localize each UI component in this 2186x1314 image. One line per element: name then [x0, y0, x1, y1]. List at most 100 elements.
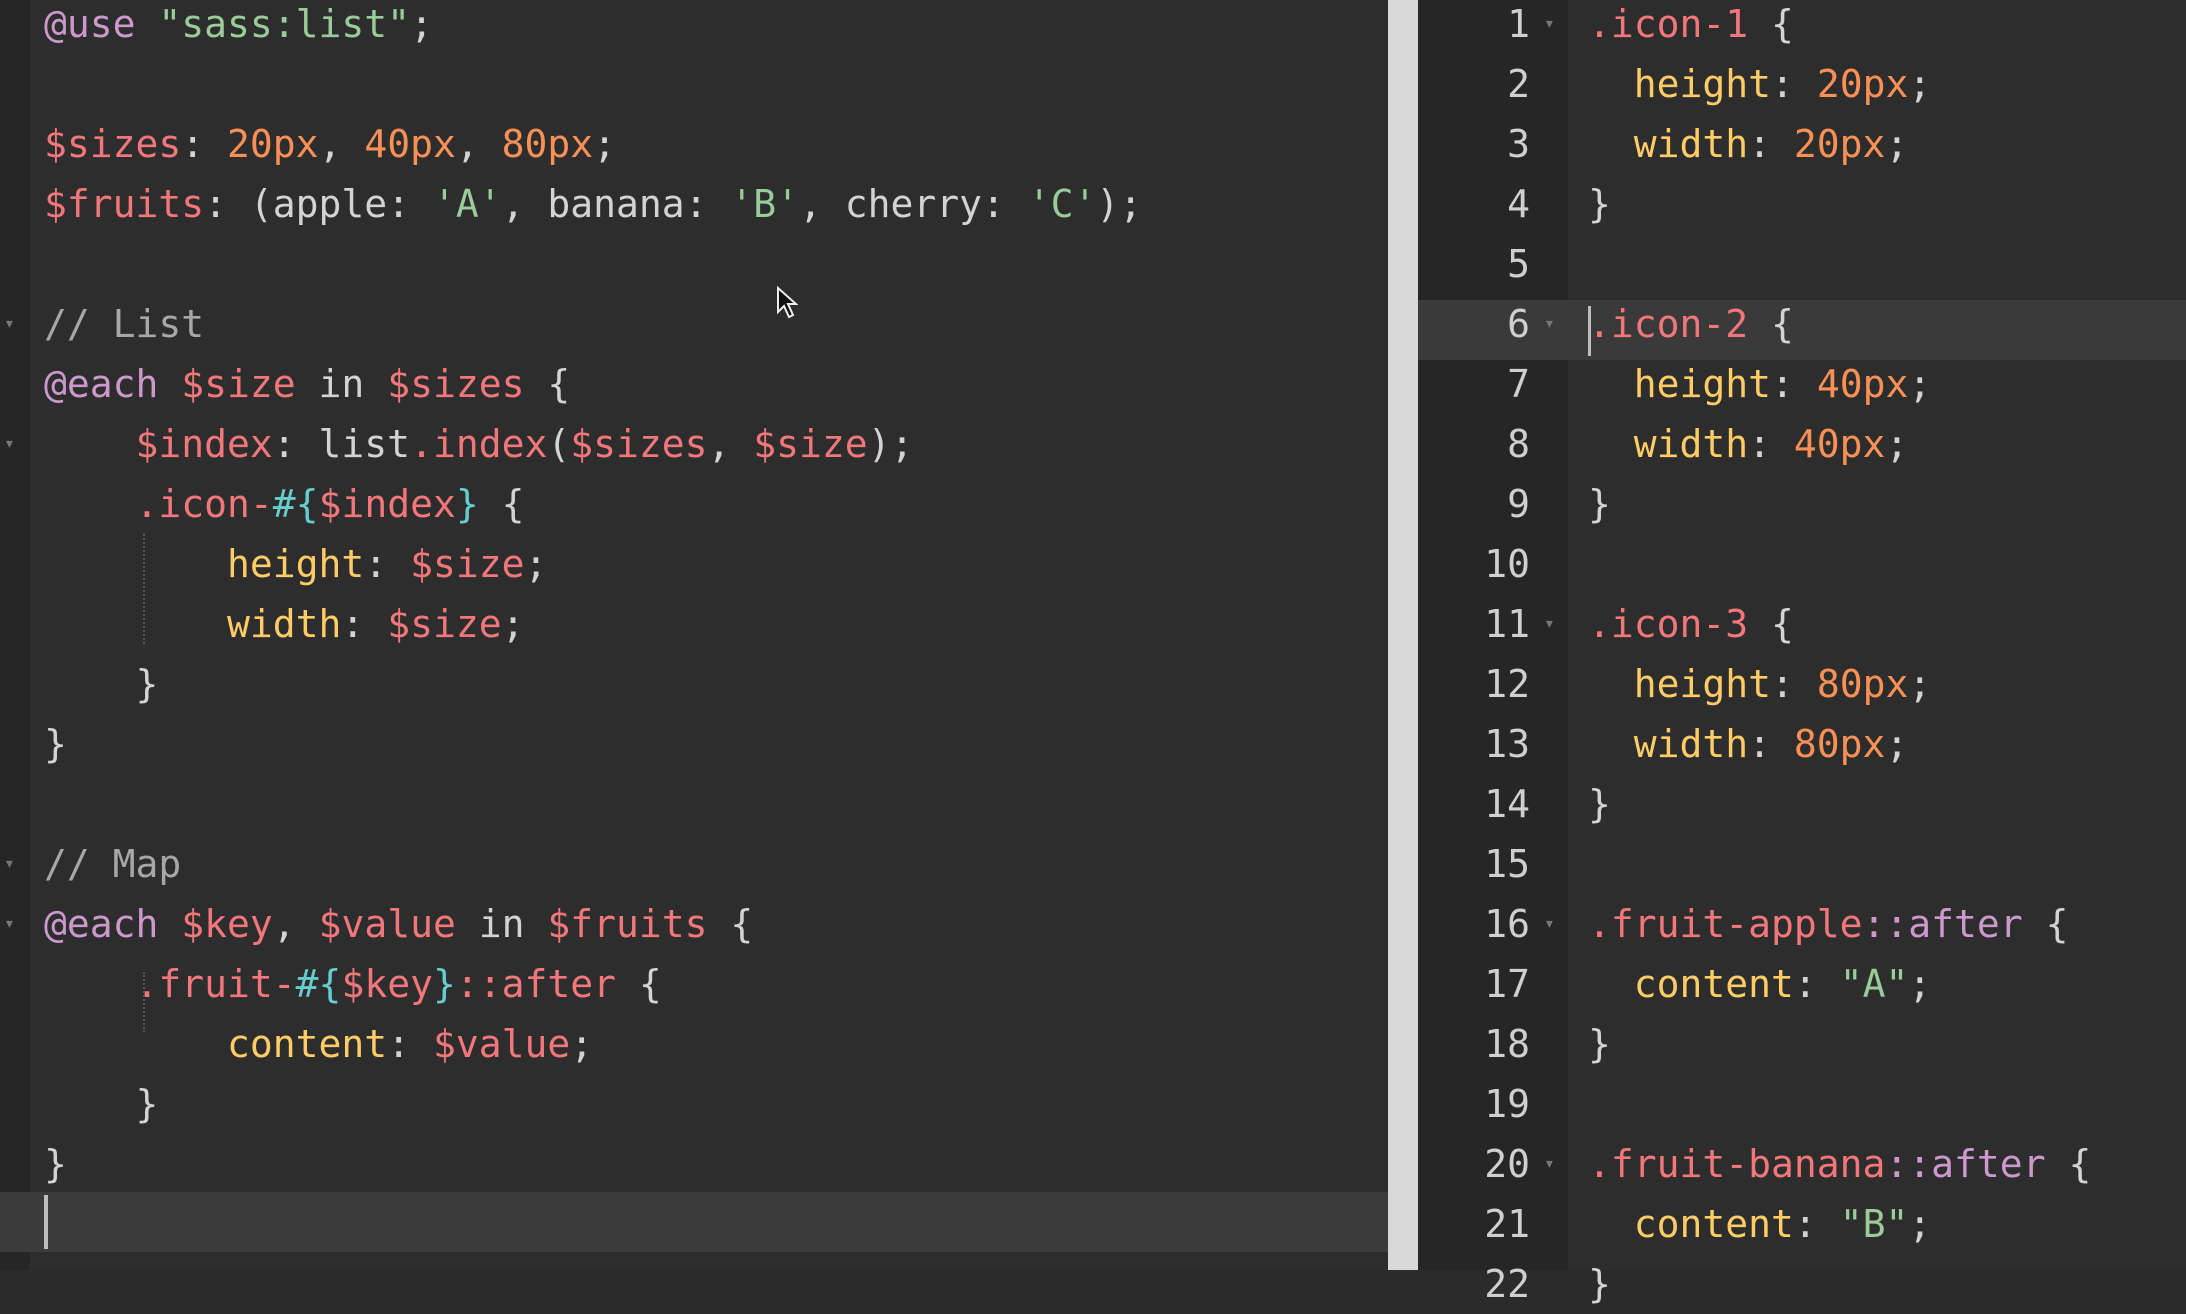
- code-token: ;: [1908, 1202, 1932, 1246]
- code-line[interactable]: }: [1588, 774, 1611, 834]
- code-line[interactable]: }: [1588, 1254, 1611, 1314]
- code-line[interactable]: .fruit-#{$key}::after {: [44, 954, 662, 1014]
- code-token: }: [1588, 1262, 1611, 1306]
- line-number: 20: [1484, 1142, 1530, 1186]
- code-token: 40px: [364, 122, 456, 166]
- code-line[interactable]: height: $size;: [44, 534, 547, 594]
- code-line[interactable]: .icon-2 {: [1588, 294, 1794, 354]
- code-line[interactable]: }: [44, 654, 159, 714]
- code-line[interactable]: }: [44, 714, 67, 774]
- code-line[interactable]: }: [44, 1074, 159, 1134]
- code-token: .fruit-banana: [1588, 1142, 1886, 1186]
- code-line[interactable]: content: "A";: [1588, 954, 1931, 1014]
- fold-arrow-icon[interactable]: ▾: [1544, 894, 1558, 954]
- code-token: // Map: [44, 842, 182, 886]
- code-line[interactable]: }: [1588, 474, 1611, 534]
- code-line[interactable]: }: [1588, 1014, 1611, 1074]
- code-token: :: [341, 602, 388, 646]
- code-token: {: [2022, 902, 2069, 946]
- code-line[interactable]: }: [44, 1134, 67, 1194]
- code-token: }: [1588, 782, 1611, 826]
- line-number: 8: [1507, 422, 1530, 466]
- code-token: #{: [295, 962, 342, 1006]
- code-line[interactable]: width: 80px;: [1588, 714, 1909, 774]
- css-output-pane[interactable]: 1 2 3 4 5 6 7 8 9 10 11 12 13 14 15 16 17 18 19 20 21 22 ▾ ▾ ▾ ▾ ▾…: [1418, 0, 2186, 1306]
- code-line[interactable]: $index: list.index($sizes, $size);: [44, 414, 914, 474]
- code-line[interactable]: height: 80px;: [1588, 654, 1931, 714]
- code-line[interactable]: width: 40px;: [1588, 414, 1909, 474]
- fold-arrow-icon[interactable]: ▾: [4, 834, 18, 894]
- code-token: $size: [181, 362, 296, 406]
- line-number: 6: [1507, 302, 1530, 346]
- code-token: $fruits: [547, 902, 708, 946]
- code-token: ;: [570, 1022, 594, 1066]
- code-token: .fruit-: [135, 962, 296, 1006]
- code-token: height: [227, 542, 365, 586]
- fold-arrow-icon[interactable]: ▾: [4, 294, 18, 354]
- code-token: ::after: [1885, 1142, 2046, 1186]
- line-number: 4: [1507, 182, 1530, 226]
- split-editor: @use "sass:list"; $sizes: 20px, 40px, 80p…: [0, 0, 2186, 1306]
- code-token: height: [1633, 362, 1772, 406]
- code-token: :: [181, 122, 228, 166]
- code-token: {: [1748, 302, 1794, 346]
- code-token: width: [227, 602, 342, 646]
- fold-arrow-icon[interactable]: ▾: [4, 894, 18, 954]
- fold-arrow-icon[interactable]: ▾: [1544, 594, 1558, 654]
- code-line[interactable]: .icon-#{$index} {: [44, 474, 525, 534]
- code-token: "B": [1839, 1202, 1909, 1246]
- pane-divider[interactable]: [1388, 0, 1418, 1270]
- mouse-pointer-icon: [777, 286, 798, 319]
- line-number: 9: [1507, 482, 1530, 526]
- code-token: 20px: [227, 122, 319, 166]
- code-token: 40px: [1793, 422, 1886, 466]
- code-line[interactable]: .icon-3 {: [1588, 594, 1794, 654]
- code-token: 'C': [1027, 182, 1097, 226]
- code-token: .index: [410, 422, 548, 466]
- code-token: ;: [410, 2, 433, 46]
- code-line[interactable]: $sizes: 20px, 40px, 80px;: [44, 114, 616, 174]
- code-token: 20px: [1816, 62, 1909, 106]
- code-token: $size: [387, 602, 502, 646]
- code-line[interactable]: }: [1588, 174, 1611, 234]
- code-token: $index: [135, 422, 273, 466]
- code-line[interactable]: .icon-1 {: [1588, 0, 1794, 54]
- fold-arrow-icon[interactable]: ▾: [1544, 294, 1558, 354]
- fold-arrow-icon[interactable]: ▾: [1544, 0, 1558, 54]
- code-line[interactable]: @use "sass:list";: [44, 0, 433, 54]
- code-token: :: [1771, 62, 1817, 106]
- code-token: :: [1771, 362, 1817, 406]
- code-token: :: [387, 1022, 433, 1066]
- code-token: 20px: [1793, 122, 1886, 166]
- code-token: ;: [1908, 62, 1932, 106]
- code-line[interactable]: content: "B";: [1588, 1194, 1931, 1254]
- code-token: $value: [318, 902, 456, 946]
- code-token: );: [1096, 182, 1143, 226]
- code-token: ;: [1885, 122, 1909, 166]
- scss-editor-pane[interactable]: @use "sass:list"; $sizes: 20px, 40px, 80p…: [0, 0, 1388, 1270]
- code-line[interactable]: height: 40px;: [1588, 354, 1931, 414]
- line-number: 15: [1484, 842, 1530, 886]
- code-line[interactable]: .fruit-banana::after {: [1588, 1134, 2091, 1194]
- code-line[interactable]: @each $size in $sizes {: [44, 354, 570, 414]
- code-token: :: [1748, 722, 1794, 766]
- code-line[interactable]: width: 20px;: [1588, 114, 1909, 174]
- code-line[interactable]: .fruit-apple::after {: [1588, 894, 2068, 954]
- code-line[interactable]: content: $value;: [44, 1014, 593, 1074]
- code-token: content: [1633, 962, 1794, 1006]
- code-line[interactable]: // Map: [44, 834, 181, 894]
- code-token: :: [1771, 662, 1817, 706]
- code-token: ::after: [455, 962, 616, 1006]
- fold-arrow-icon[interactable]: ▾: [4, 414, 18, 474]
- code-line[interactable]: // List: [44, 294, 204, 354]
- fold-arrow-icon[interactable]: ▾: [1544, 1134, 1558, 1194]
- code-token: $sizes: [44, 122, 182, 166]
- code-line[interactable]: height: 20px;: [1588, 54, 1931, 114]
- code-token: }: [44, 1082, 159, 1126]
- code-token: , cherry:: [799, 182, 1028, 226]
- code-line[interactable]: $fruits: (apple: 'A', banana: 'B', cherr…: [44, 174, 1142, 234]
- code-line[interactable]: @each $key, $value in $fruits {: [44, 894, 753, 954]
- code-line[interactable]: width: $size;: [44, 594, 524, 654]
